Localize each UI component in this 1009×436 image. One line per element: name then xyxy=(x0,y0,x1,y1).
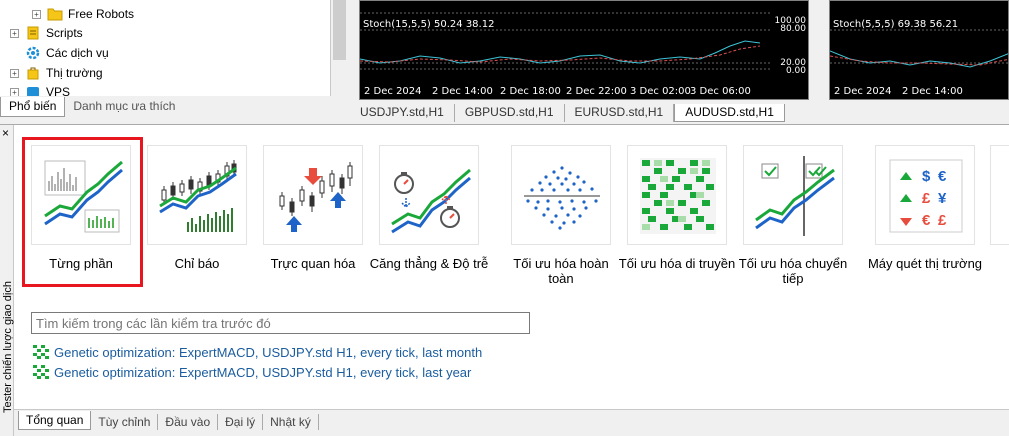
tree-item-scripts[interactable]: + Scripts xyxy=(10,24,83,42)
tab-settings[interactable]: Tùy chỉnh xyxy=(91,414,159,430)
mode-label: Tối ưu hóa chuyển tiếp xyxy=(738,256,848,286)
mode-label: Chỉ báo xyxy=(174,256,220,271)
folder-icon xyxy=(47,6,63,22)
tree-item-vps[interactable]: + VPS xyxy=(10,83,70,96)
tree-item-market[interactable]: + Thị trường xyxy=(10,64,103,82)
market-bag-icon xyxy=(25,65,41,81)
mode-stress-delay[interactable] xyxy=(379,145,479,245)
tree-item-services[interactable]: Các dịch vụ xyxy=(10,44,109,62)
tab-agents[interactable]: Đại lý xyxy=(218,414,264,430)
vps-icon xyxy=(25,84,41,96)
tab-overview[interactable]: Tổng quan xyxy=(18,411,92,430)
recent-test-link[interactable]: Genetic optimization: ExpertMACD, USDJPY… xyxy=(33,363,471,381)
tester-side-strip: × Tester chiến lược giao dịch xyxy=(0,125,14,436)
visualization-icon xyxy=(279,162,353,232)
tree-item-label: Free Robots xyxy=(68,7,135,21)
full-optimization-icon xyxy=(524,166,600,230)
svg-text:€: € xyxy=(938,168,947,185)
tab-favorites[interactable]: Danh mục ưa thích xyxy=(65,97,183,117)
tree-item-label: Các dịch vụ xyxy=(46,46,109,60)
date-label: 2 Dec 14:00 xyxy=(902,86,963,97)
svg-text:€: € xyxy=(922,212,931,229)
selected-mode-highlight xyxy=(22,137,143,287)
svg-text:£: £ xyxy=(938,212,947,229)
chart-usdjpy-stochastic[interactable]: Stoch(15,5,5) 50.24 38.12 100.00 80.00 2… xyxy=(359,0,809,100)
svg-text:£: £ xyxy=(922,190,931,207)
expand-icon[interactable]: + xyxy=(10,87,19,96)
svg-text:¥: ¥ xyxy=(938,190,947,207)
scrollbar-thumb[interactable] xyxy=(333,0,346,60)
recent-test-link[interactable]: Genetic optimization: ExpertMACD, USDJPY… xyxy=(33,343,482,361)
mode-label: Máy quét thị trường xyxy=(867,256,983,271)
mode-label: Tối ưu hóa di truyền xyxy=(618,256,736,271)
genetic-optimization-icon xyxy=(33,345,49,359)
genetic-optimization-icon xyxy=(33,365,49,379)
forward-optimization-icon xyxy=(755,156,835,236)
charts-area: Stoch(15,5,5) 50.24 38.12 100.00 80.00 2… xyxy=(350,0,1009,122)
search-previous-tests-input[interactable] xyxy=(31,312,530,334)
navigator-scrollbar[interactable] xyxy=(331,0,348,96)
mode-market-scanner[interactable]: $ € £ ¥ € £ xyxy=(875,145,975,245)
recent-test-label[interactable]: Genetic optimization: ExpertMACD, USDJPY… xyxy=(54,345,482,360)
date-label: 3 Dec 06:00 xyxy=(690,86,751,97)
date-label: 2 Dec 2024 xyxy=(364,86,422,97)
mode-label: Trực quan hóa xyxy=(270,256,356,271)
mode-indicator[interactable] xyxy=(147,145,247,245)
navigator-tree: + Free Robots + Scripts Các dịch vụ + Th… xyxy=(0,0,331,96)
tab-audusd[interactable]: AUDUSD.std,H1 xyxy=(674,104,785,122)
date-label: 2 Dec 22:00 xyxy=(566,86,627,97)
market-scanner-icon: $ € £ ¥ € £ xyxy=(889,159,963,233)
chart-tabs: USDJPY.std,H1 GBPUSD.std,H1 EURUSD.std,H… xyxy=(350,104,785,122)
chart-gbpusd-stochastic[interactable]: Stoch(5,5,5) 69.38 56.21 2 Dec 2024 2 De… xyxy=(829,0,1009,100)
expand-icon[interactable]: + xyxy=(10,68,19,78)
tab-popular[interactable]: Phổ biến xyxy=(0,97,66,117)
mode-label: Tối ưu hóa hoàn toàn xyxy=(513,256,609,286)
tab-usdjpy[interactable]: USDJPY.std,H1 xyxy=(350,104,455,122)
strategy-tester-panel: × Tester chiến lược giao dịch Từng phần … xyxy=(0,124,1009,436)
mode-genetic-optimization[interactable] xyxy=(627,145,727,245)
tester-tabs: Tổng quan Tùy chỉnh Đầu vào Đại lý Nhật … xyxy=(18,410,319,430)
services-gear-icon xyxy=(25,45,41,61)
tree-item-label: VPS xyxy=(46,85,71,96)
tree-item-label: Thị trường xyxy=(46,66,103,80)
mode-visualization[interactable] xyxy=(263,145,363,245)
tab-eurusd[interactable]: EURUSD.std,H1 xyxy=(565,104,675,122)
mode-label: Căng thẳng & Độ trễ xyxy=(369,256,489,271)
date-label: 2 Dec 14:00 xyxy=(432,86,493,97)
tab-inputs[interactable]: Đầu vào xyxy=(158,414,219,430)
date-label: 3 Dec 02:00 xyxy=(630,86,691,97)
stochastic-main-line xyxy=(360,40,761,64)
stochastic-signal-line xyxy=(360,45,761,63)
indicator-icon xyxy=(159,160,237,232)
navigator-tabs: Phổ biến Danh mục ưa thích xyxy=(0,97,183,117)
date-label: 2 Dec 2024 xyxy=(834,86,892,97)
genetic-optimization-icon xyxy=(640,158,716,234)
tester-panel-label: Tester chiến lược giao dịch xyxy=(2,281,14,413)
mode-card-partial[interactable] xyxy=(990,145,1009,245)
mode-forward-optimization[interactable] xyxy=(743,145,843,245)
mode-full-optimization[interactable] xyxy=(511,145,611,245)
scripts-icon xyxy=(25,25,41,41)
svg-text:$: $ xyxy=(922,168,931,185)
tab-gbpusd[interactable]: GBPUSD.std,H1 xyxy=(455,104,565,122)
stress-delay-icon xyxy=(391,168,471,234)
tree-item-label: Scripts xyxy=(46,26,83,40)
tab-journal[interactable]: Nhật ký xyxy=(263,414,319,430)
date-label: 2 Dec 18:00 xyxy=(500,86,561,97)
expand-icon[interactable]: + xyxy=(10,28,19,38)
close-icon[interactable]: × xyxy=(2,127,9,139)
recent-test-label[interactable]: Genetic optimization: ExpertMACD, USDJPY… xyxy=(54,365,471,380)
tree-item-free-robots[interactable]: + Free Robots xyxy=(32,5,134,23)
expand-icon[interactable]: + xyxy=(32,9,41,19)
navigator-panel: + Free Robots + Scripts Các dịch vụ + Th… xyxy=(0,0,350,120)
